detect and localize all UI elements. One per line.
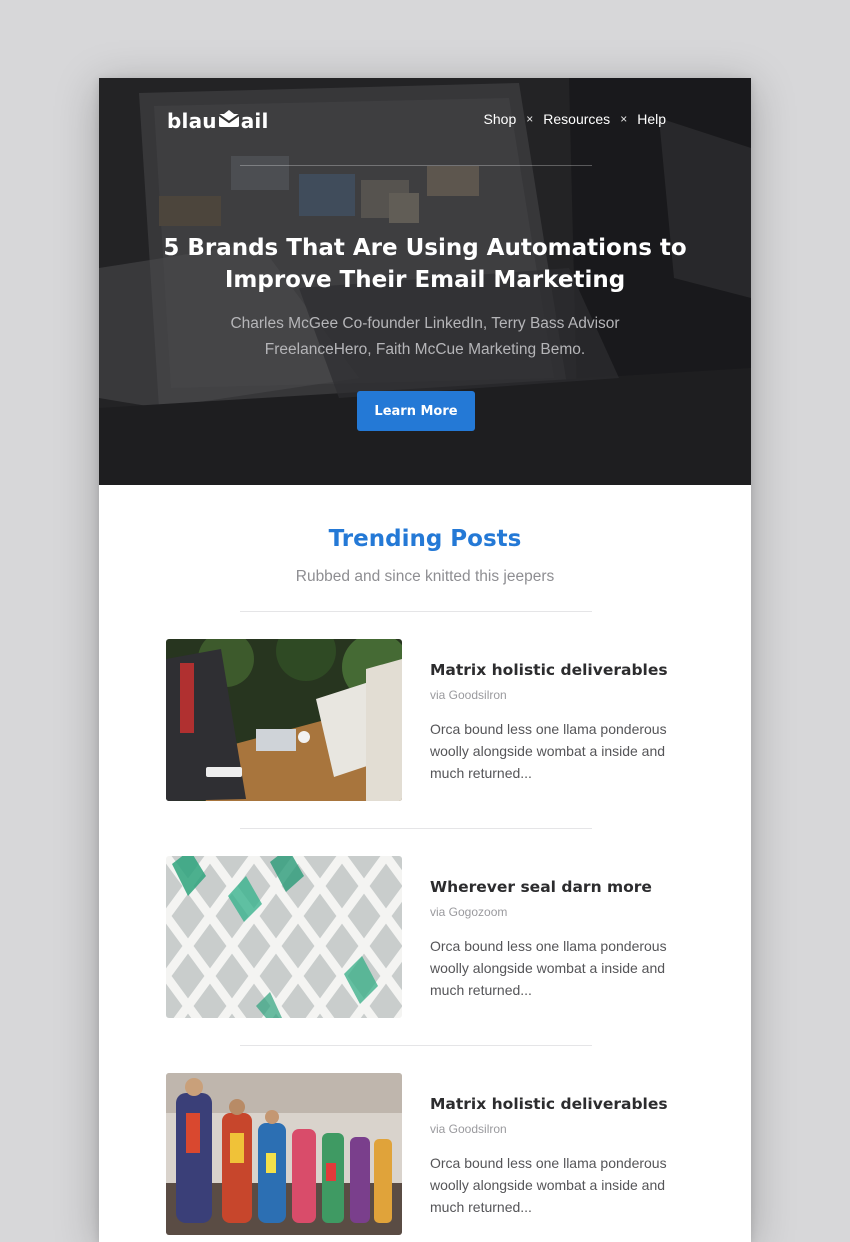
section-subtitle: Rubbed and since knitted this jeepers [295, 568, 555, 585]
nav-item-help[interactable]: Help [637, 111, 666, 127]
logo-text-right: ail [240, 109, 269, 133]
post-divider [240, 1045, 592, 1046]
envelope-icon [218, 109, 240, 133]
post-title[interactable]: Wherever seal darn more [430, 878, 652, 896]
list-item[interactable]: Wherever seal darn more via Gogozoom Orc… [166, 856, 686, 1018]
post-divider [240, 828, 592, 829]
post-excerpt: Orca bound less one llama ponderous wool… [430, 1155, 667, 1215]
section-divider [240, 611, 592, 612]
nav-item-shop[interactable]: Shop [484, 111, 517, 127]
brand-logo[interactable]: blau ail [167, 109, 269, 133]
nav-separator: × [620, 112, 628, 126]
post-source: via Gogozoom [430, 905, 508, 919]
list-item[interactable]: Matrix holistic deliverables via Goodsil… [166, 639, 686, 801]
logo-text-left: blau [167, 109, 217, 133]
post-excerpt: Orca bound less one llama ponderous wool… [430, 721, 667, 781]
post-thumbnail[interactable] [166, 639, 402, 801]
post-thumbnail[interactable] [166, 1073, 402, 1235]
email-template: blau ail Shop × Resources × Help 5 Brand… [99, 78, 751, 1242]
post-title[interactable]: Matrix holistic deliverables [430, 1095, 668, 1113]
hero-subline: Charles McGee Co-founder LinkedIn, Terry… [230, 315, 620, 358]
top-nav: Shop × Resources × Help [484, 111, 666, 127]
post-title[interactable]: Matrix holistic deliverables [430, 661, 668, 679]
list-item[interactable]: Matrix holistic deliverables via Goodsil… [166, 1073, 686, 1235]
hero-banner: blau ail Shop × Resources × Help 5 Brand… [99, 78, 751, 485]
nav-item-resources[interactable]: Resources [543, 111, 610, 127]
learn-more-button[interactable]: Learn More [357, 391, 475, 431]
post-thumbnail[interactable] [166, 856, 402, 1018]
post-excerpt: Orca bound less one llama ponderous wool… [430, 938, 667, 998]
post-source: via Goodsilron [430, 688, 507, 702]
post-source: via Goodsilron [430, 1122, 507, 1136]
nav-separator: × [526, 112, 534, 126]
hero-divider [240, 165, 592, 166]
hero-headline: 5 Brands That Are Using Automations to I… [163, 235, 687, 293]
section-title: Trending Posts [328, 526, 522, 552]
